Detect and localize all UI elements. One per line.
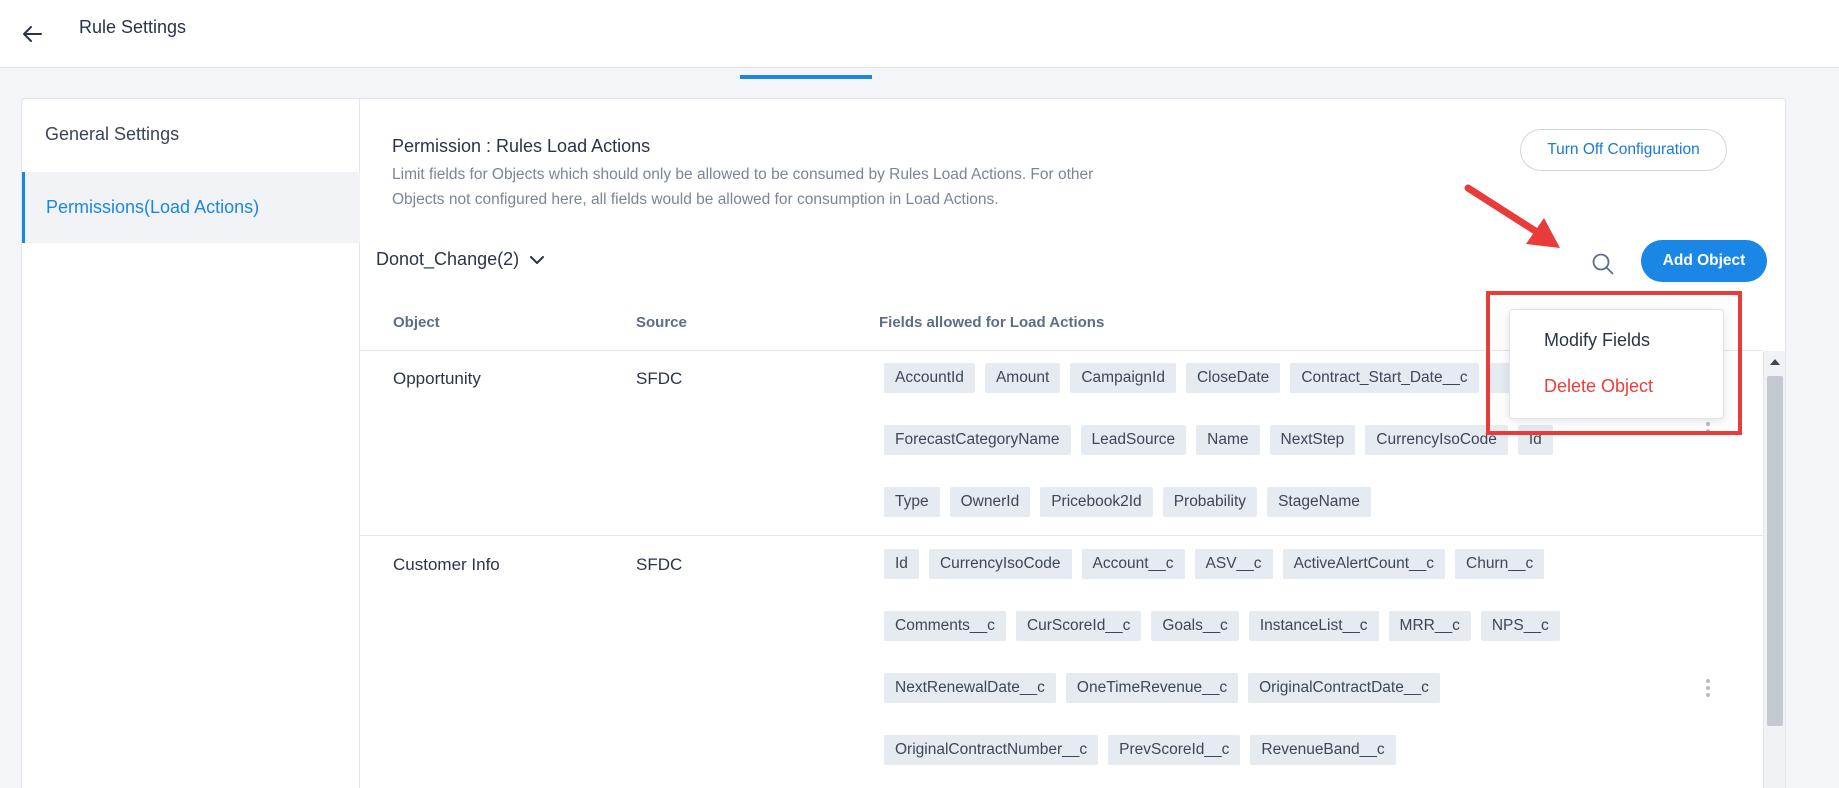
source-cell: SFDC <box>636 555 683 574</box>
field-chip: Type <box>884 487 940 517</box>
settings-sidebar: General Settings Permissions(Load Action… <box>22 99 360 788</box>
vertical-scrollbar[interactable] <box>1763 351 1785 788</box>
field-chip: CloseDate <box>1185 363 1281 393</box>
field-chip: StageName <box>1267 487 1371 517</box>
section-description: Limit fields for Objects which should on… <box>392 166 1094 208</box>
field-chip: Name <box>1196 425 1260 455</box>
field-chip: Comments__c <box>884 611 1006 641</box>
field-chip: CurScoreId__c <box>1015 611 1142 641</box>
field-chip: NextStep <box>1269 425 1356 455</box>
scrollbar-thumb[interactable] <box>1767 376 1783 726</box>
field-chip: Churn__c <box>1455 549 1545 579</box>
object-group-label: Donot_Change(2) <box>376 249 520 269</box>
scroll-up-icon[interactable] <box>1764 354 1785 370</box>
arrow-left-icon[interactable] <box>18 20 46 48</box>
field-chip: Contract_Start_Date__c <box>1290 363 1479 393</box>
column-header-source: Source <box>636 314 687 331</box>
field-chip: OwnerId <box>949 487 1031 517</box>
field-chips: AccountId Amount CampaignId CloseDate Contra… <box>884 363 1574 517</box>
sidebar-item-label: General Settings <box>45 124 180 144</box>
field-chip: NextRenewalDate__c <box>884 673 1056 703</box>
field-chips: Id CurrencyIsoCode Account__c ASV__c ActiveA… <box>884 549 1574 788</box>
column-header-object: Object <box>393 314 440 331</box>
field-chip: Pricebook2Id <box>1040 487 1153 517</box>
object-cell: Opportunity <box>393 369 481 388</box>
field-chip: OriginalContractNumber__c <box>884 735 1099 765</box>
field-chip: Amount <box>984 363 1061 393</box>
field-chip: ASV__c <box>1194 549 1273 579</box>
field-chip: OriginalContractDate__c <box>1248 673 1440 703</box>
field-chip: CurrencyIsoCode <box>928 549 1072 579</box>
field-chip: Probability <box>1162 487 1258 517</box>
field-chip: ForecastCategoryName <box>884 425 1071 455</box>
search-icon[interactable] <box>1588 249 1618 279</box>
page-title: Rule Settings <box>79 17 187 37</box>
annotation-arrow-icon <box>1464 184 1560 248</box>
sidebar-item-label: Permissions(Load Actions) <box>46 197 260 217</box>
field-chip: Id <box>884 549 919 579</box>
annotation-highlight-box <box>1486 291 1742 435</box>
field-chip: PrevScoreId__c <box>1108 735 1241 765</box>
chevron-down-icon <box>530 255 545 264</box>
source-cell: SFDC <box>636 369 683 388</box>
permissions-content: Permission : Rules Load Actions Limit fi… <box>360 99 1785 788</box>
row-actions-icon[interactable] <box>1698 673 1718 703</box>
active-tab-indicator <box>740 75 872 79</box>
field-chip: InstanceList__c <box>1248 611 1379 641</box>
field-chip: NPS__c <box>1480 611 1560 641</box>
field-chip: Goals__c <box>1151 611 1239 641</box>
add-object-button[interactable]: Add Object <box>1641 240 1767 282</box>
field-chip: ActiveAlertCount__c <box>1282 549 1445 579</box>
field-chip: AccountId <box>884 363 975 393</box>
sidebar-item-general-settings[interactable]: General Settings <box>22 99 360 170</box>
field-chip: OneTimeRevenue__c <box>1065 673 1239 703</box>
section-title: Permission : Rules Load Actions <box>392 136 651 156</box>
column-header-fields: Fields allowed for Load Actions <box>879 314 1105 331</box>
sidebar-item-permissions[interactable]: Permissions(Load Actions) <box>22 172 360 243</box>
turn-off-configuration-button[interactable]: Turn Off Configuration <box>1520 129 1727 171</box>
field-chip: CampaignId <box>1070 363 1176 393</box>
table-row: Customer Info SFDC Id CurrencyIsoCode Acco… <box>360 537 1763 788</box>
field-chip: MRR__c <box>1388 611 1471 641</box>
object-group-dropdown[interactable]: Donot_Change(2) <box>376 249 545 270</box>
object-cell: Customer Info <box>393 555 500 574</box>
field-chip: RevenueBand__c <box>1250 735 1396 765</box>
top-bar: Rule Settings <box>0 0 1839 68</box>
field-chip: LeadSource <box>1080 425 1187 455</box>
field-chip: Account__c <box>1081 549 1185 579</box>
